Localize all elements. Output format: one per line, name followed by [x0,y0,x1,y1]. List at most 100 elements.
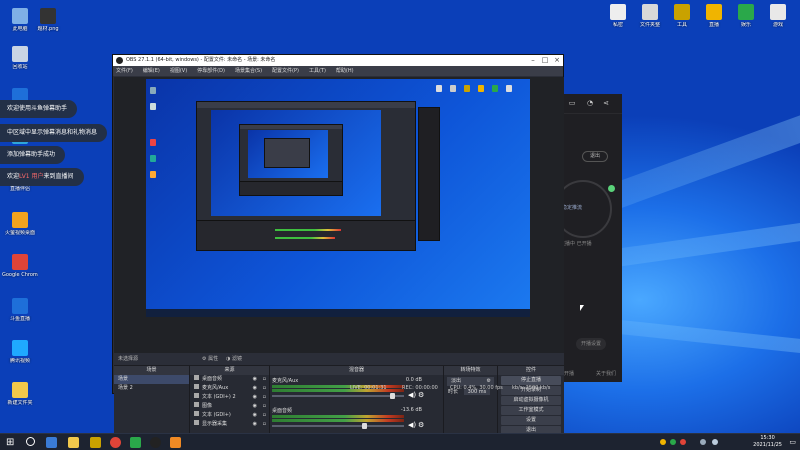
lock-icon[interactable]: ▫ [263,420,266,429]
desktop-icon[interactable]: 回收站 [2,46,38,70]
desktop-icon[interactable]: 娱乐 [728,4,764,28]
desktop-icon[interactable]: 火萤视频桌面 [2,212,38,236]
transitions-dock: 转场特效 淡出 ⚙ 时长 300 ms [444,366,498,433]
rec-time: REC: 00:00:00 [402,385,438,391]
eye-icon[interactable]: ◉ [253,393,257,402]
file-icon [610,4,626,20]
lock-icon[interactable]: ▫ [263,393,266,402]
sources-dock: 来源 桌面音频 ◉ ▫ 麦克风/Aux ◉ ▫ 文本 (GDI+) 2 ◉ ▫ 图像 ◉ ▫ 文本 (G… [190,366,270,433]
menu-item[interactable]: 编辑(E) [143,66,160,76]
stream-settings-button[interactable]: 开播设置 [576,338,606,350]
file-icon [674,4,690,20]
menu-item[interactable]: 场景集合(S) [235,66,262,76]
desktop-icon[interactable]: 工具 [664,4,700,28]
source-type-icon [194,393,199,398]
mixer-dock: 混音器 麦克风/Aux 0.0 dB ◀) ⚙ 桌面音频 -13.6 dB ◀)… [270,366,444,433]
source-item[interactable]: 图像 ◉ ▫ [190,402,269,411]
cpu-fps: CPU: 0.4%, 30.00 fps [450,385,503,391]
menu-item[interactable]: 停靠部件(D) [197,66,225,76]
app-icon [12,298,28,314]
desktop-icon[interactable]: Google Chrome [2,254,38,278]
no-source-label: 未选择源 [118,356,139,362]
start-icon[interactable]: ⊞ [6,437,17,448]
obs-titlebar[interactable]: OBS 27.1.1 (64-bit, windows) - 配置文件: 未命名… [113,55,563,66]
share-icon[interactable]: ⋖ [602,99,610,107]
desktop-icon[interactable]: 斗鱼直播 [2,298,38,322]
app-icon [12,212,28,228]
danmaku-toast: 添加弹幕助手成功 [0,146,66,164]
menu-item[interactable]: 文件(F) [116,66,133,76]
desktop-icon[interactable]: 直播 [696,4,732,28]
eye-icon[interactable]: ◉ [253,402,257,411]
obs-window[interactable]: OBS 27.1.1 (64-bit, windows) - 配置文件: 未命名… [112,54,564,433]
close-icon[interactable]: × [551,55,563,66]
control-button[interactable]: 工作室模式 [501,406,561,415]
desktop-icon[interactable]: 游戏 [760,4,796,28]
network-icon[interactable] [700,439,706,445]
tray-icon[interactable] [670,439,676,445]
file-icon [706,4,722,20]
desktop-icon[interactable]: 文件夹整 [632,4,668,28]
danmaku-toast: 中区域中显示弹幕消息和礼物消息 [0,124,108,142]
minimize-icon[interactable]: – [527,55,539,66]
eye-icon[interactable]: ◉ [253,411,257,420]
properties-button[interactable]: ⚙ 属性 [202,355,218,364]
source-item[interactable]: 文本 (GDI+) 2 ◉ ▫ [190,393,269,402]
app-icon-2[interactable] [130,437,141,448]
source-item[interactable]: 文本 (GDI+) ◉ ▫ [190,411,269,420]
live-dot-icon [608,185,615,192]
source-item[interactable]: 显示器采集 ◉ ▫ [190,420,269,429]
menu-item[interactable]: 配置文件(P) [272,66,299,76]
app-icon [12,340,28,356]
source-toolbar: 未选择源 ⚙ 属性 ◑ 滤镜 [114,353,564,366]
chrome-icon[interactable] [110,437,121,448]
tray-icon[interactable] [660,439,666,445]
volume-icon[interactable] [712,439,718,445]
controls-dock: 控件 停止直播 开始录制 启动虚拟摄像机 工作室模式 设置 退出 [498,366,564,433]
maximize-icon[interactable]: □ [539,55,551,66]
bitrate: kb/s: 2500 kb/s [512,385,551,391]
notification-icon[interactable]: ▭ [789,438,796,446]
explorer-icon[interactable] [68,437,79,448]
mixer-channel-desktop[interactable]: 桌面音频 -13.6 dB ◀) ⚙ [272,407,424,433]
menu-item[interactable]: 工具(T) [309,66,326,76]
exit-button[interactable]: 退出 [582,151,608,162]
tray-icon[interactable] [680,439,686,445]
eye-icon[interactable]: ◉ [253,420,257,429]
obs-taskbar-icon[interactable] [150,437,161,448]
control-button[interactable]: 退出 [501,426,561,433]
desktop: 此电脑题材.png回收站斗鱼直播Microsoft Edge直播伴侣火萤视频桌面… [0,0,800,433]
taskbar: ⊞ 15:30 2021/11/25 ▭ [0,433,800,450]
desktop-icon[interactable]: 新建文件夹 [2,382,38,406]
lock-icon[interactable]: ▫ [263,402,266,411]
desktop-icon[interactable]: 私密 [600,4,636,28]
gear-icon[interactable]: ⚙ [418,421,424,429]
bell-icon[interactable]: ◔ [586,99,594,107]
desktop-icon[interactable]: 腾讯视频 [2,340,38,364]
monitor-icon[interactable]: ▭ [568,99,576,107]
control-button[interactable]: 启动虚拟摄像机 [501,396,561,405]
desktop-icon[interactable]: 题材.png [30,8,66,32]
obs-preview[interactable] [114,77,564,353]
file-icon [738,4,754,20]
lock-icon[interactable]: ▫ [263,411,266,420]
menu-item[interactable]: 帮助(H) [336,66,354,76]
scenes-dock: 场景 场景场景 2 +−∧∨ [114,366,190,433]
file-icon [770,4,786,20]
app-icon-3[interactable] [170,437,181,448]
live-time: LIVE: 00:01:31 [350,385,387,391]
streaming-assistant-window[interactable]: ▭ ◔ ⋖ 退出 稳定推流 直播中 已开播 开播设置 开播 关于我们 [554,94,622,382]
obs-menubar: 文件(F) 编辑(E) 视图(V) 停靠部件(D) 场景集合(S) 配置文件(P) 工具(T… [113,66,563,76]
app-icon [12,8,28,24]
task-view-icon[interactable] [46,437,57,448]
control-button[interactable]: 设置 [501,416,561,425]
filters-button[interactable]: ◑ 滤镜 [226,355,242,364]
menu-item[interactable]: 视图(V) [170,66,187,76]
speaker-icon[interactable]: ◀) [408,421,416,429]
obs-logo-icon [116,57,123,64]
search-icon[interactable] [26,437,35,446]
taskbar-clock[interactable]: 15:30 2021/11/25 [753,435,782,449]
source-type-icon [194,375,199,380]
preview-screen-capture [146,79,530,317]
app-icon-1[interactable] [90,437,101,448]
